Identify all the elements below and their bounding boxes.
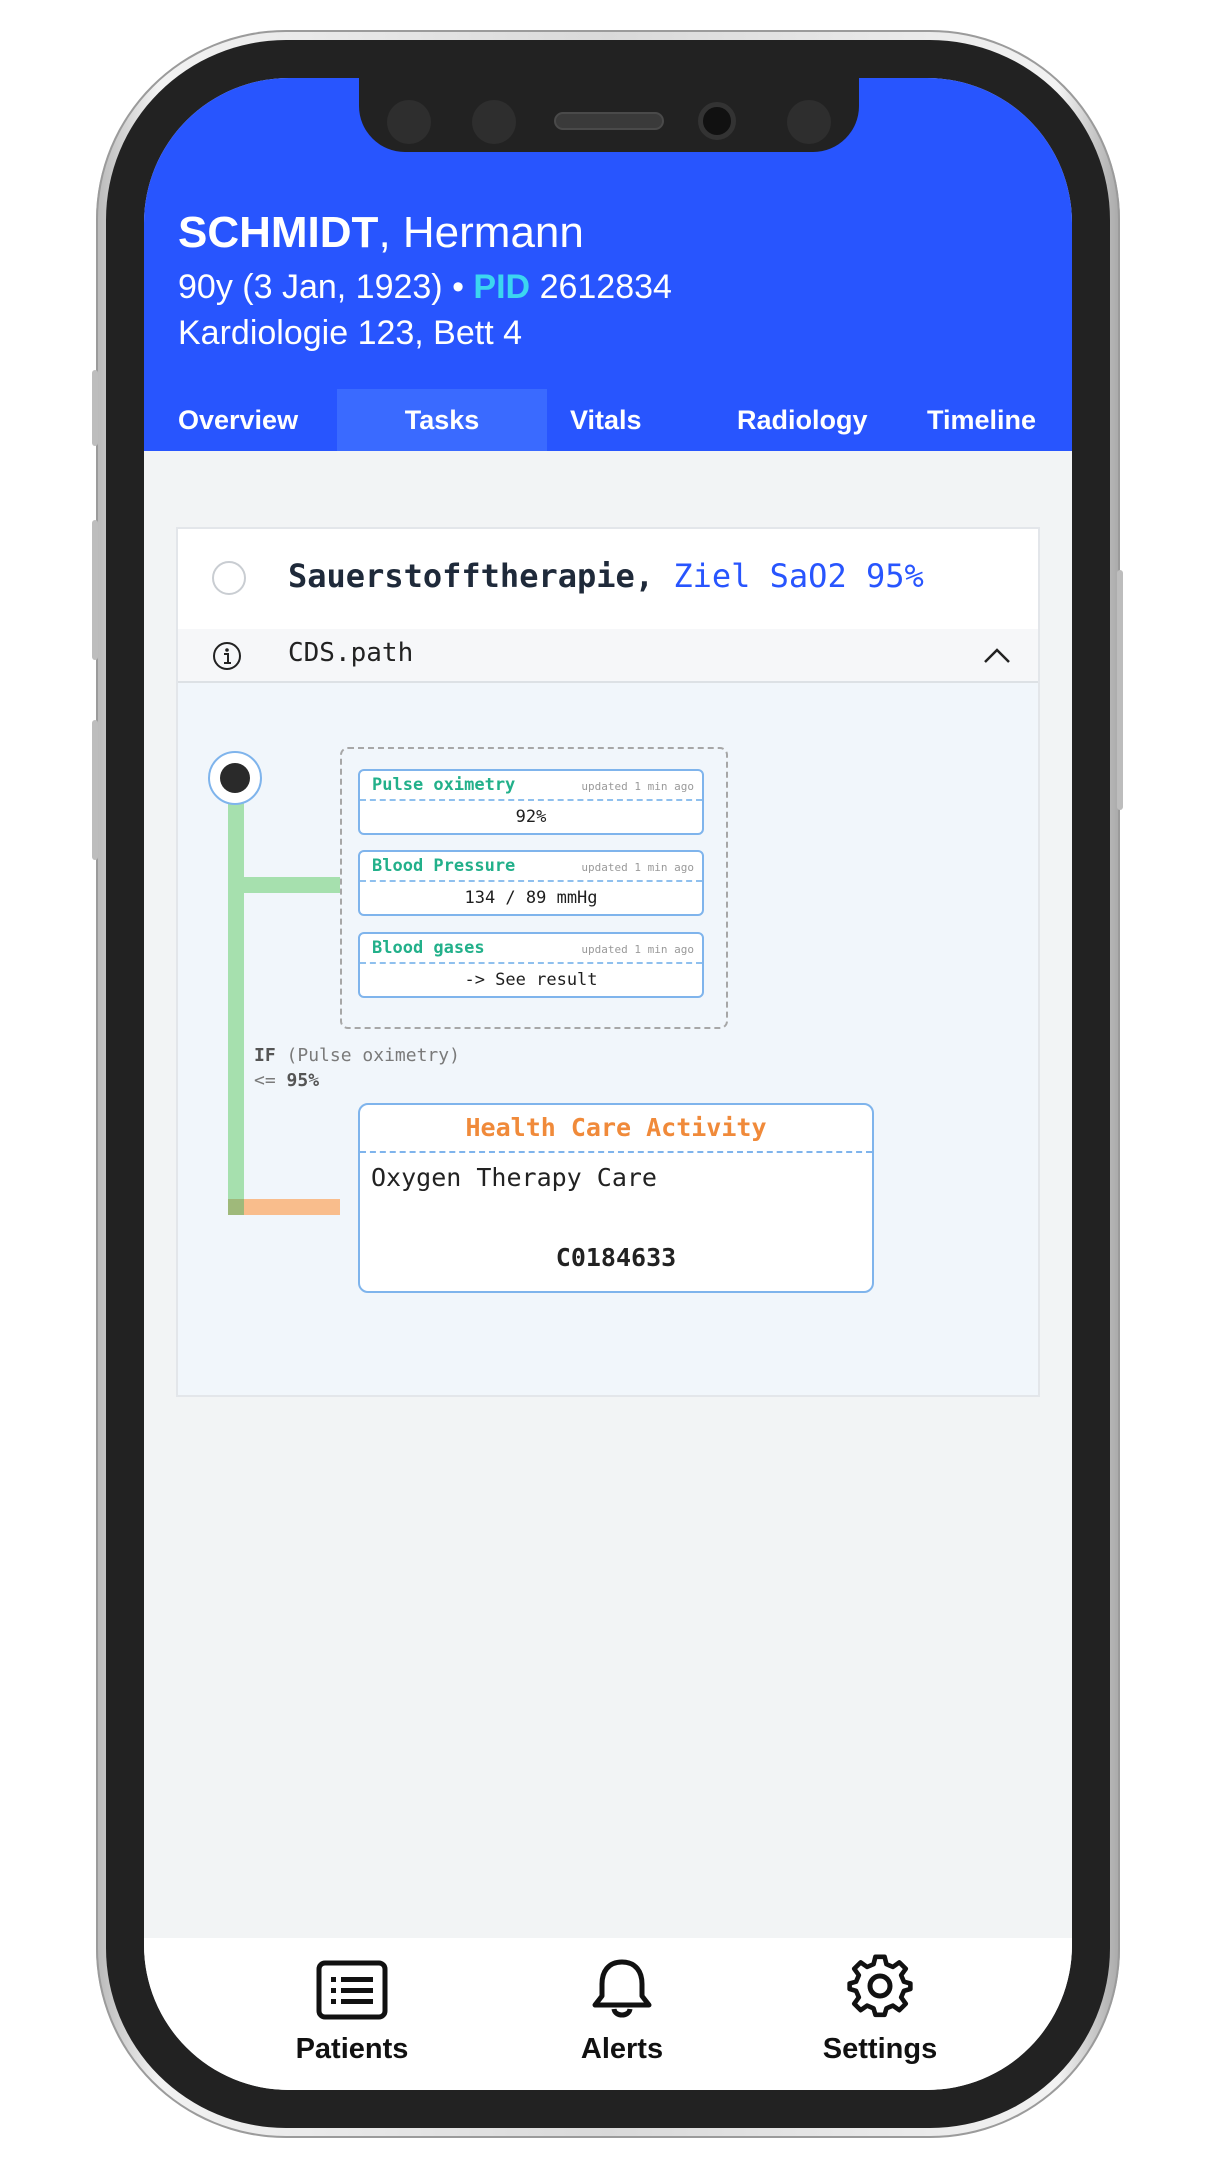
patient-last-name: SCHMIDT	[178, 208, 379, 257]
cds-flow-diagram: Pulse oximetry updated 1 min ago 92% Blo…	[178, 683, 1038, 1395]
condition-subject: (Pulse oximetry)	[286, 1045, 460, 1066]
observation-value: 92%	[515, 807, 547, 827]
condition-rule: IF (Pulse oximetry) <= 95%	[254, 1043, 460, 1093]
task-name: Sauerstofftherapie,	[288, 557, 655, 595]
observation-name: Blood Pressure	[372, 856, 516, 876]
tab-radiology[interactable]: Radiology	[737, 389, 868, 451]
chevron-up-icon[interactable]	[982, 645, 1012, 665]
patient-first-name: Hermann	[402, 208, 584, 257]
patient-demographics: 90y (3 Jan, 1923) • PID 2612834	[178, 268, 672, 306]
bottom-navigation: Patients Alerts Settings	[144, 1938, 1072, 2090]
task-title: Sauerstofftherapie, Ziel SaO2 95%	[288, 557, 924, 595]
tab-bar: Overview Tasks Vitals Radiology Timeline	[144, 389, 1072, 451]
cds-path-label: CDS.path	[288, 638, 414, 668]
front-camera	[698, 102, 736, 140]
sensor-dot	[472, 100, 516, 144]
observation-name: Blood gases	[372, 938, 485, 958]
nav-alerts[interactable]: Alerts	[522, 1938, 722, 2090]
patient-pid: 2612834	[539, 268, 672, 306]
observation-blood-gases[interactable]: Blood gases updated 1 min ago -> See res…	[358, 932, 704, 998]
observation-blood-pressure[interactable]: Blood Pressure updated 1 min ago 134 / 8…	[358, 850, 704, 916]
silent-switch	[92, 720, 98, 860]
see-result-link[interactable]: -> See result	[360, 970, 702, 990]
observation-header: Blood gases updated 1 min ago	[360, 934, 702, 964]
condition-keyword: IF	[254, 1045, 276, 1066]
activity-header: Health Care Activity	[360, 1105, 872, 1153]
tab-overview[interactable]: Overview	[178, 389, 298, 451]
nav-patients-label: Patients	[295, 2033, 409, 2065]
phone-screen: SCHMIDT, Hermann 90y (3 Jan, 1923) • PID…	[144, 78, 1072, 2090]
pid-label: PID	[473, 268, 531, 306]
patient-name: SCHMIDT, Hermann	[178, 208, 584, 257]
volume-down-button	[92, 520, 98, 660]
activity-code: C0184633	[555, 1243, 677, 1272]
sensor-dot	[387, 100, 431, 144]
health-care-activity-card[interactable]: Health Care Activity Oxygen Therapy Care…	[358, 1103, 874, 1293]
patient-location: Kardiologie 123, Bett 4	[178, 314, 523, 352]
condition-threshold: 95%	[286, 1070, 320, 1091]
cds-path-toggle[interactable]: CDS.path	[178, 629, 1038, 683]
observation-value: 134 / 89 mmHg	[464, 888, 598, 908]
tab-tasks[interactable]: Tasks	[337, 389, 547, 451]
observation-updated: updated 1 min ago	[581, 780, 694, 793]
task-card: Sauerstofftherapie, Ziel SaO2 95% CDS.pa…	[176, 527, 1040, 1397]
condition-operator: <=	[254, 1070, 276, 1091]
activity-description: Oxygen Therapy Care	[371, 1163, 657, 1192]
observation-pulse-oximetry[interactable]: Pulse oximetry updated 1 min ago 92%	[358, 769, 704, 835]
nav-settings-label: Settings	[822, 2033, 938, 2065]
observation-group: Pulse oximetry updated 1 min ago 92% Blo…	[340, 747, 728, 1029]
info-icon	[213, 642, 241, 670]
observation-updated: updated 1 min ago	[581, 861, 694, 874]
task-row[interactable]: Sauerstofftherapie, Ziel SaO2 95%	[178, 529, 1038, 629]
volume-up-button	[92, 370, 98, 446]
flow-start-node	[208, 751, 262, 805]
tab-vitals[interactable]: Vitals	[570, 389, 642, 451]
path-connector-activity	[228, 1199, 340, 1215]
observation-header: Blood Pressure updated 1 min ago	[360, 852, 702, 882]
power-button	[1117, 570, 1123, 810]
observation-header: Pulse oximetry updated 1 min ago	[360, 771, 702, 801]
task-complete-radio[interactable]	[212, 561, 246, 595]
task-goal: Ziel SaO2 95%	[673, 557, 924, 595]
nav-patients[interactable]: Patients	[252, 1938, 452, 2090]
camera-notch	[359, 78, 859, 152]
bell-icon	[592, 1959, 652, 2018]
tab-timeline[interactable]: Timeline	[927, 389, 1036, 451]
path-connector-vertical	[228, 803, 244, 1215]
gear-icon	[847, 1954, 913, 2018]
path-connector-observations	[228, 877, 340, 893]
observation-updated: updated 1 min ago	[581, 943, 694, 956]
nav-alerts-label: Alerts	[580, 2033, 664, 2065]
sensor-dot	[787, 100, 831, 144]
nav-settings[interactable]: Settings	[780, 1938, 980, 2090]
activity-title: Health Care Activity	[465, 1113, 767, 1142]
path-junction	[228, 1199, 244, 1215]
observation-name: Pulse oximetry	[372, 775, 516, 795]
earpiece-speaker	[554, 112, 664, 130]
patient-age-dob: 90y (3 Jan, 1923)	[178, 268, 443, 306]
patients-list-icon	[316, 1960, 388, 2020]
